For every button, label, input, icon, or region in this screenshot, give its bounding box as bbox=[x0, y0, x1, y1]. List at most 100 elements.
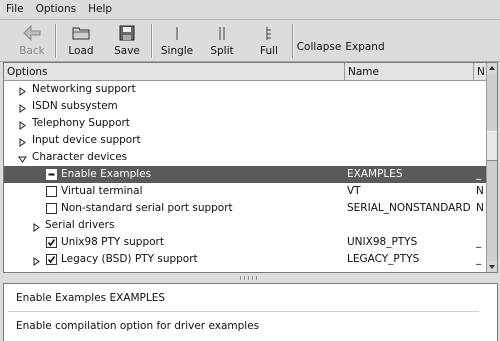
option-label: Virtual terminal bbox=[61, 185, 143, 197]
option-label: ISDN subsystem bbox=[32, 100, 118, 112]
checkbox-partial-icon[interactable] bbox=[46, 169, 57, 180]
option-label: Telephony Support bbox=[32, 117, 130, 129]
menu-bar: File Options Help bbox=[0, 0, 500, 20]
toolbar-separator bbox=[55, 24, 57, 58]
option-cell: Input device support bbox=[4, 132, 345, 149]
save-label: Save bbox=[114, 45, 140, 57]
config-name-cell bbox=[347, 81, 474, 98]
scroll-down-arrow-icon[interactable] bbox=[487, 261, 497, 272]
splitter-grip-icon bbox=[240, 276, 260, 280]
tree-row[interactable]: Enable Examples EXAMPLES _ bbox=[4, 166, 488, 183]
option-label: Serial drivers bbox=[45, 219, 115, 231]
help-title: Enable Examples EXAMPLES bbox=[16, 292, 166, 304]
toolbar: Back Load Save Single Split Full Collaps… bbox=[0, 20, 500, 62]
checkbox-unchecked-icon[interactable] bbox=[46, 203, 57, 214]
back-arrow-icon bbox=[22, 22, 42, 44]
back-button[interactable]: Back bbox=[14, 21, 50, 59]
config-name-cell: EXAMPLES bbox=[347, 168, 403, 180]
single-view-icon bbox=[172, 22, 182, 44]
config-name-cell: UNIX98_PTYS bbox=[347, 236, 418, 248]
option-label: Non-standard serial port support bbox=[61, 202, 233, 214]
option-cell: Unix98 PTY support bbox=[4, 234, 345, 251]
expand-label: Expand bbox=[345, 40, 385, 53]
tree-row[interactable]: Character devices bbox=[4, 149, 488, 166]
option-label: Input device support bbox=[32, 134, 141, 146]
single-view-button[interactable]: Single bbox=[159, 21, 195, 59]
expand-triangle-icon[interactable] bbox=[18, 102, 27, 113]
config-name-cell bbox=[347, 115, 474, 132]
tree-row[interactable]: Virtual terminal VT N bbox=[4, 183, 488, 200]
config-name-cell: VT bbox=[347, 185, 361, 197]
tree-row[interactable]: Unix98 PTY support UNIX98_PTYS _ bbox=[4, 234, 488, 251]
option-label: Character devices bbox=[32, 151, 128, 163]
collapse-triangle-icon[interactable] bbox=[18, 153, 27, 163]
collapse-button[interactable]: Collapse bbox=[296, 21, 342, 59]
tree-row[interactable]: Networking support bbox=[4, 81, 488, 98]
save-button[interactable]: Save bbox=[111, 21, 143, 59]
tree-rows: Networking support ISDN subsystem Telephon… bbox=[4, 81, 488, 268]
config-name-cell bbox=[347, 132, 474, 149]
option-label: Unix98 PTY support bbox=[61, 236, 164, 248]
option-cell: Serial drivers bbox=[4, 217, 345, 234]
column-header-options[interactable]: Options bbox=[4, 63, 345, 81]
tree-row[interactable]: Serial drivers bbox=[4, 217, 488, 234]
tree-row[interactable]: Input device support bbox=[4, 132, 488, 149]
help-divider bbox=[8, 311, 479, 312]
tree-row[interactable]: Telephony Support bbox=[4, 115, 488, 132]
column-header-name[interactable]: Name bbox=[345, 63, 474, 81]
menu-options[interactable]: Options bbox=[30, 0, 83, 19]
help-text: Enable compilation option for driver exa… bbox=[16, 320, 260, 332]
checkbox-checked-icon[interactable] bbox=[46, 237, 57, 248]
option-cell: ISDN subsystem bbox=[4, 98, 345, 115]
config-name-cell: SERIAL_NONSTANDARD bbox=[347, 202, 471, 214]
tree-row[interactable]: Non-standard serial port support SERIAL_N… bbox=[4, 200, 488, 217]
tree-row[interactable]: ISDN subsystem bbox=[4, 98, 488, 115]
option-cell: Virtual terminal bbox=[4, 183, 345, 200]
tree-row[interactable]: Legacy (BSD) PTY support LEGACY_PTYS _ bbox=[4, 251, 488, 268]
option-label: Legacy (BSD) PTY support bbox=[61, 253, 198, 265]
full-view-button[interactable]: Full bbox=[255, 21, 283, 59]
checkbox-checked-icon[interactable] bbox=[46, 254, 57, 265]
split-view-button[interactable]: Split bbox=[207, 21, 237, 59]
menu-help[interactable]: Help bbox=[82, 0, 118, 19]
folder-icon bbox=[71, 22, 91, 44]
toolbar-separator bbox=[151, 24, 153, 58]
scrollbar-thumb[interactable] bbox=[487, 131, 497, 161]
split-view-icon bbox=[216, 22, 228, 44]
collapse-label: Collapse bbox=[296, 40, 342, 53]
option-cell: Telephony Support bbox=[4, 115, 345, 132]
expand-triangle-icon[interactable] bbox=[32, 221, 41, 232]
help-panel: Enable Examples EXAMPLES Enable compilat… bbox=[3, 283, 498, 341]
load-button[interactable]: Load bbox=[64, 21, 98, 59]
checkbox-unchecked-icon[interactable] bbox=[46, 186, 57, 197]
full-label: Full bbox=[260, 45, 278, 57]
expand-button[interactable]: Expand bbox=[345, 21, 385, 59]
option-cell: Networking support bbox=[4, 81, 345, 98]
option-cell: Legacy (BSD) PTY support bbox=[4, 251, 345, 268]
vertical-scrollbar[interactable] bbox=[486, 63, 497, 272]
split-label: Split bbox=[210, 45, 234, 57]
expand-triangle-icon[interactable] bbox=[18, 136, 27, 147]
option-cell: Character devices bbox=[4, 149, 345, 166]
single-label: Single bbox=[160, 45, 194, 57]
scroll-up-arrow-icon[interactable] bbox=[487, 63, 497, 74]
option-label: Enable Examples bbox=[61, 168, 152, 180]
pane-splitter[interactable] bbox=[0, 273, 500, 283]
config-name-cell bbox=[347, 98, 474, 115]
option-cell: Enable Examples bbox=[4, 166, 345, 183]
options-tree[interactable]: Options Name N Networking support ISDN su… bbox=[3, 62, 498, 273]
load-label: Load bbox=[68, 45, 94, 57]
config-name-cell bbox=[347, 149, 474, 166]
expand-triangle-icon[interactable] bbox=[18, 119, 27, 130]
option-label: Networking support bbox=[32, 83, 136, 95]
menu-file[interactable]: File bbox=[0, 0, 30, 19]
floppy-disk-icon bbox=[118, 22, 136, 44]
back-label: Back bbox=[19, 45, 45, 57]
option-cell: Non-standard serial port support bbox=[4, 200, 345, 217]
config-name-cell bbox=[347, 217, 474, 234]
expand-triangle-icon[interactable] bbox=[32, 255, 41, 266]
expand-triangle-icon[interactable] bbox=[18, 85, 27, 96]
toolbar-separator bbox=[292, 24, 294, 58]
config-name-cell: LEGACY_PTYS bbox=[347, 253, 420, 265]
full-view-icon bbox=[263, 22, 275, 44]
